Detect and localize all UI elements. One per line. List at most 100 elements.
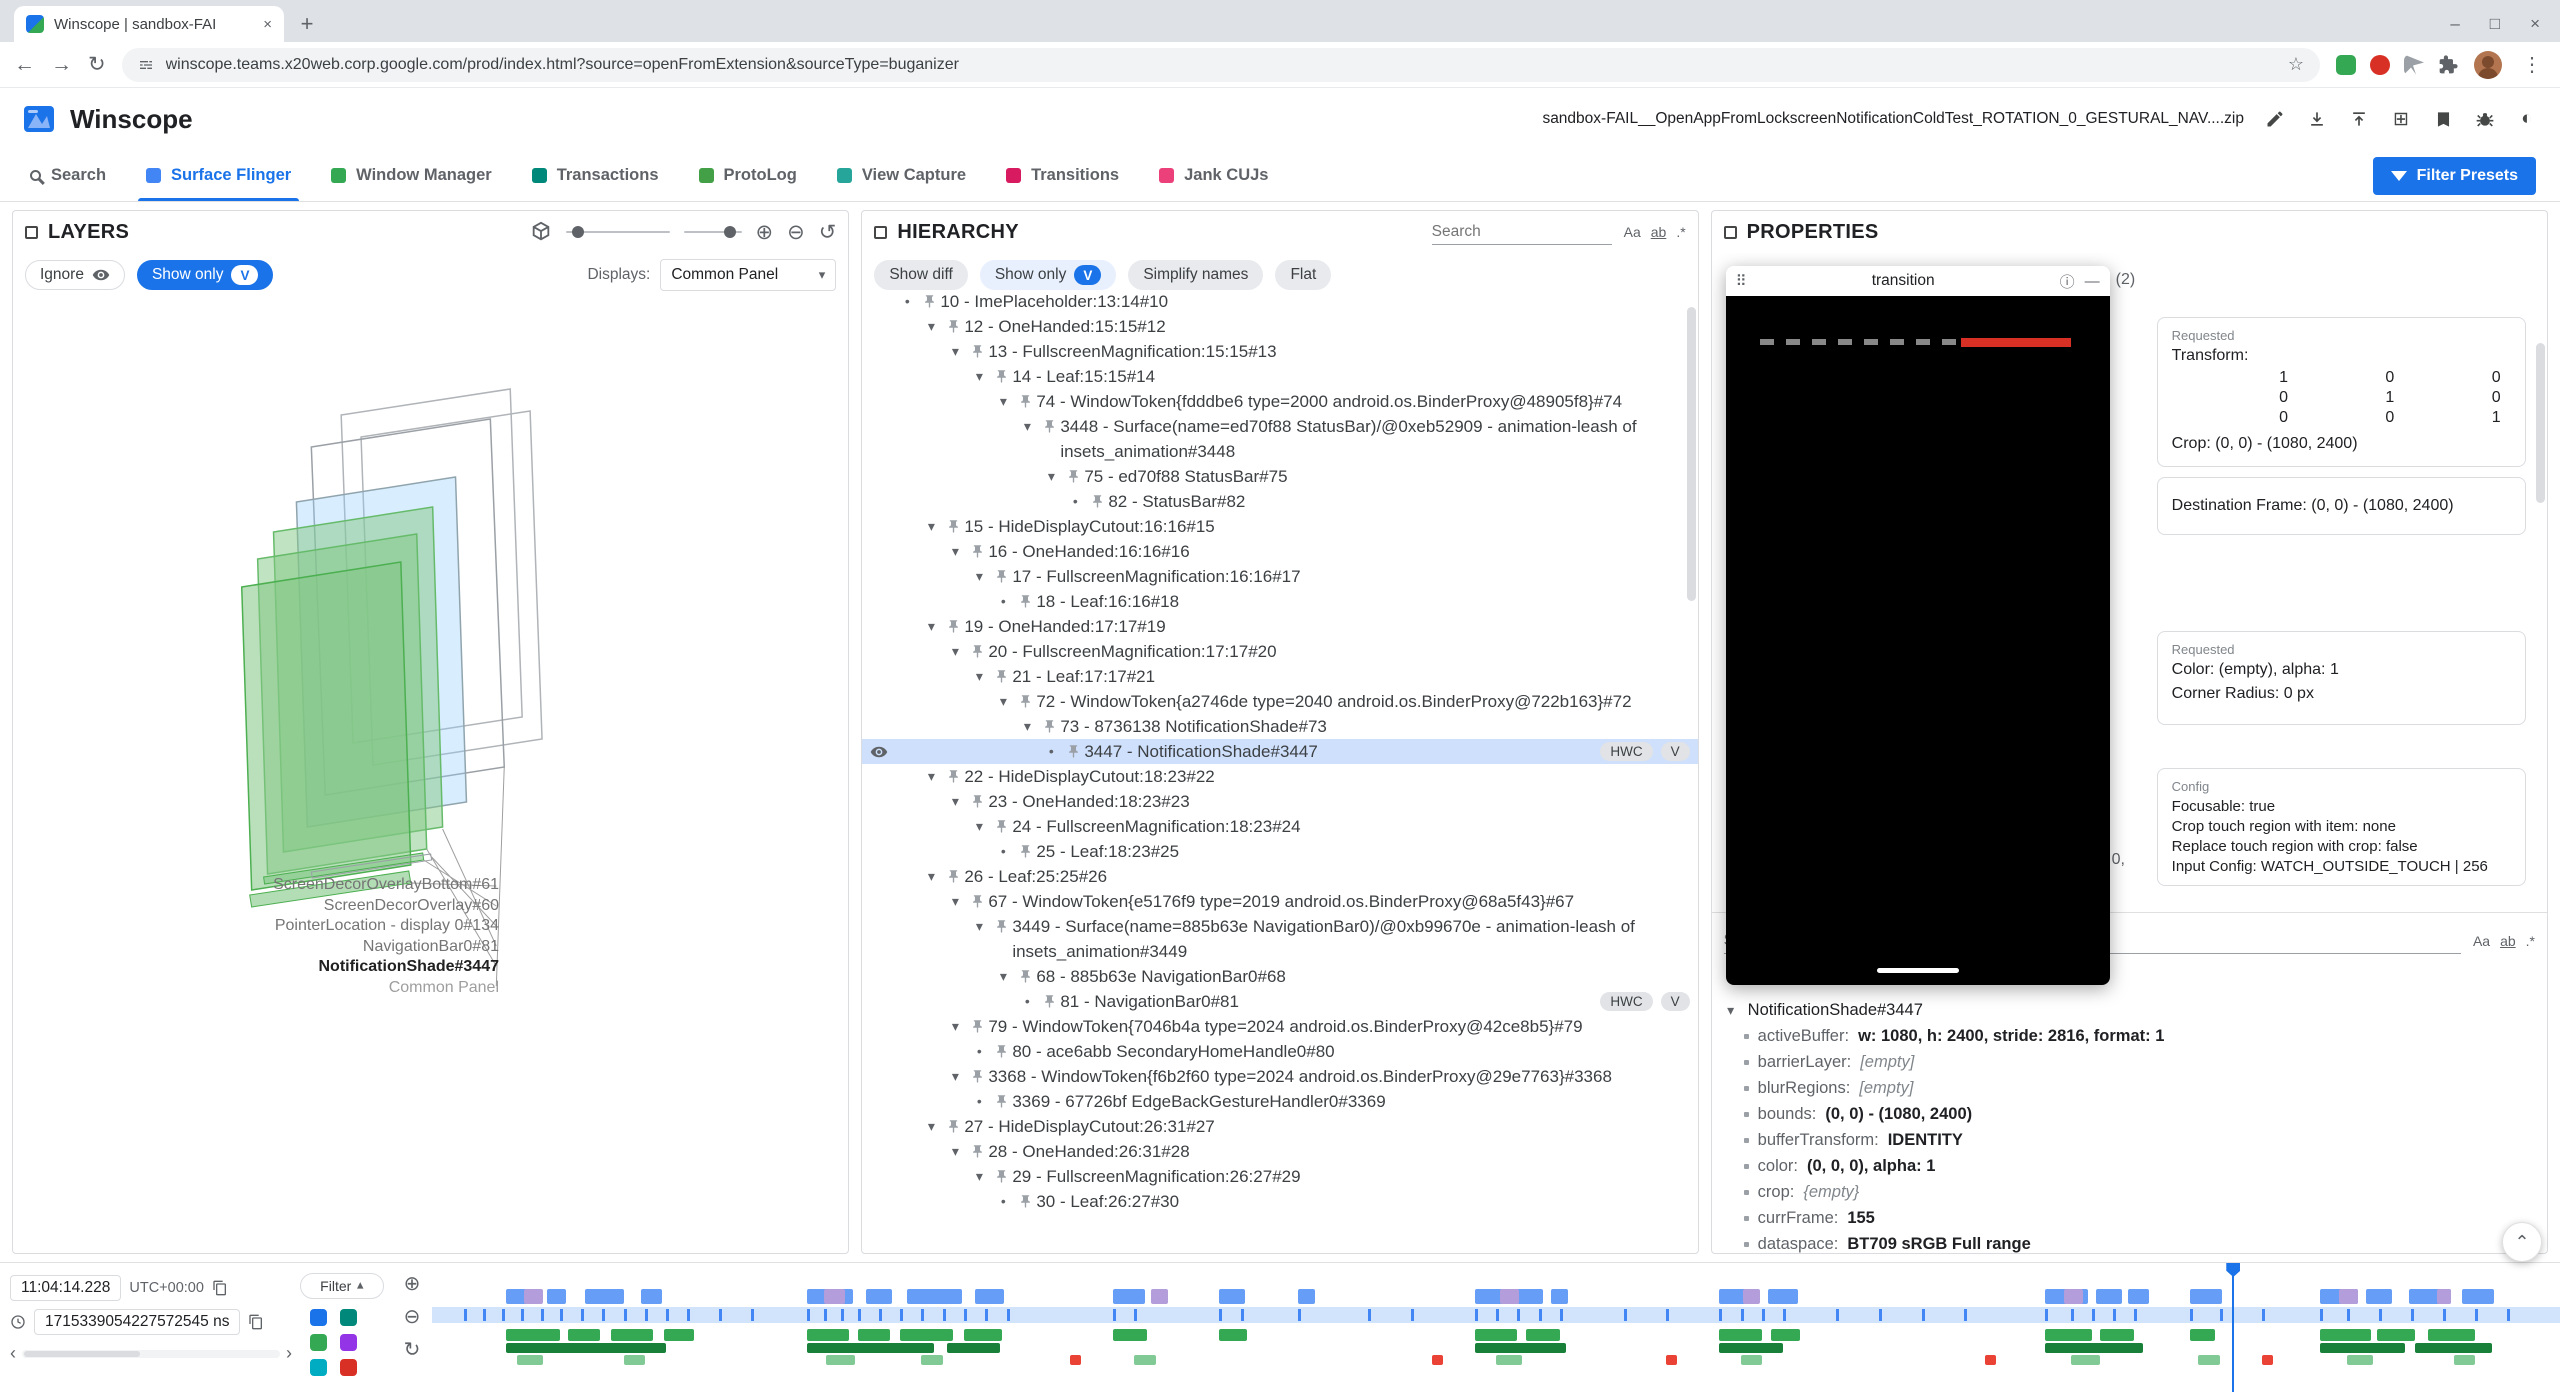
tab-transitions[interactable]: Transitions (986, 150, 1139, 201)
expand-arrow[interactable]: ▾ (968, 664, 990, 689)
pin-icon[interactable] (1014, 689, 1036, 709)
tab-window-manager[interactable]: Window Manager (311, 150, 512, 201)
transition-mini-window[interactable]: ⠿ transition ⓘ — (1726, 266, 2110, 985)
pin-icon[interactable] (990, 1039, 1012, 1059)
forward-icon[interactable]: → (51, 53, 72, 77)
drag-handle-icon[interactable]: ⠿ (1736, 272, 1747, 290)
tab-view-capture[interactable]: View Capture (817, 150, 986, 201)
expand-arrow[interactable]: ▾ (1016, 714, 1038, 739)
tree-row[interactable]: •3369 - 67726bf EdgeBackGestureHandler0#… (862, 1089, 1697, 1114)
pin-icon[interactable] (966, 1064, 988, 1084)
tree-row[interactable]: ▾73 - 8736138 NotificationShade#73 (862, 714, 1697, 739)
property-row[interactable]: barrierLayer:[empty] (1722, 1049, 2543, 1075)
tree-row[interactable]: •18 - Leaf:16:16#18 (862, 589, 1697, 614)
pin-icon[interactable] (1062, 464, 1084, 484)
tree-row[interactable]: •81 - NavigationBar0#81HWCV (862, 989, 1697, 1014)
trace-icon[interactable] (340, 1334, 357, 1351)
expand-arrow[interactable]: ▾ (920, 1114, 942, 1139)
trace-icon[interactable] (310, 1359, 327, 1376)
tree-row[interactable]: •82 - StatusBar#82 (862, 489, 1697, 514)
tree-row[interactable]: ▾28 - OneHanded:26:31#28 (862, 1139, 1697, 1164)
pin-icon[interactable] (1038, 989, 1060, 1009)
tab-jank-cujs[interactable]: Jank CUJs (1139, 150, 1288, 201)
tree-row[interactable]: ▾22 - HideDisplayCutout:18:23#22 (862, 764, 1697, 789)
filter-presets-button[interactable]: Filter Presets (2373, 157, 2536, 195)
timeline-cursor-handle[interactable] (2226, 1263, 2240, 1277)
timeline-cursor[interactable] (2232, 1263, 2234, 1392)
trace-icon[interactable] (310, 1309, 327, 1326)
timeline-filter-button[interactable]: Filter ▾ (300, 1273, 384, 1299)
window-close-icon[interactable]: × (2530, 14, 2540, 34)
pin-icon[interactable] (942, 864, 964, 884)
pin-icon[interactable] (990, 1089, 1012, 1109)
layer-label[interactable]: ScreenDecorOverlayBottom#61 (13, 875, 499, 896)
back-icon[interactable]: ← (14, 53, 35, 77)
documentation-icon[interactable] (2432, 108, 2454, 130)
pin-icon[interactable] (1038, 414, 1060, 434)
collapse-timeline-button[interactable]: ⌃ (2502, 1222, 2542, 1262)
download-icon[interactable] (2306, 108, 2328, 130)
reload-icon[interactable]: ↻ (88, 52, 106, 77)
match-word-icon[interactable]: ab (2500, 933, 2516, 949)
pin-icon[interactable] (990, 814, 1012, 834)
extensions-puzzle-icon[interactable] (2438, 55, 2458, 75)
copy-icon[interactable] (248, 1314, 264, 1330)
pin-icon[interactable] (942, 314, 964, 334)
match-case-icon[interactable]: Aa (2473, 933, 2490, 949)
tree-row[interactable]: ▾21 - Leaf:17:17#21 (862, 664, 1697, 689)
timeline-next-icon[interactable]: › (286, 1343, 292, 1364)
expand-arrow[interactable]: ▾ (920, 764, 942, 789)
tab-close-icon[interactable]: × (263, 16, 272, 33)
match-word-icon[interactable]: ab (1651, 224, 1667, 240)
browser-menu-icon[interactable]: ⋮ (2518, 52, 2546, 77)
tree-row[interactable]: ▾17 - FullscreenMagnification:16:16#17 (862, 564, 1697, 589)
expand-arrow[interactable]: ▾ (1016, 414, 1038, 439)
layer-label[interactable]: NotificationShade#3447 (13, 957, 499, 978)
property-row[interactable]: color:(0, 0, 0), alpha: 1 (1722, 1153, 2543, 1179)
tree-row[interactable]: •25 - Leaf:18:23#25 (862, 839, 1697, 864)
tree-row[interactable]: ▾20 - FullscreenMagnification:17:17#20 (862, 639, 1697, 664)
pin-icon[interactable] (966, 339, 988, 359)
layer-label[interactable]: ScreenDecorOverlay#60 (13, 896, 499, 917)
tree-row[interactable]: ▾24 - FullscreenMagnification:18:23#24 (862, 814, 1697, 839)
new-tab-button[interactable]: + (292, 9, 322, 39)
tree-row[interactable]: •30 - Leaf:26:27#30 (862, 1189, 1697, 1214)
pin-icon[interactable] (966, 789, 988, 809)
property-row[interactable]: crop:{empty} (1722, 1179, 2543, 1205)
tab-transactions[interactable]: Transactions (512, 150, 679, 201)
properties-scrollbar[interactable] (2536, 343, 2545, 503)
pin-icon[interactable] (942, 514, 964, 534)
flat-chip[interactable]: Flat (1275, 260, 1331, 290)
extension-icon-green[interactable] (2336, 55, 2356, 75)
tree-row[interactable]: ▾75 - ed70f88 StatusBar#75 (862, 464, 1697, 489)
pin-icon[interactable] (990, 664, 1012, 684)
tree-row[interactable]: ▾72 - WindowToken{a2746de type=2040 andr… (862, 689, 1697, 714)
pin-icon[interactable] (1038, 714, 1060, 734)
expand-arrow[interactable]: ▾ (944, 1064, 966, 1089)
window-maximize-icon[interactable]: □ (2490, 14, 2500, 34)
browser-tab[interactable]: Winscope | sandbox-FAI × (14, 6, 284, 42)
tree-row[interactable]: ▾23 - OneHanded:18:23#23 (862, 789, 1697, 814)
pin-icon[interactable] (966, 539, 988, 559)
tree-row[interactable]: ▾16 - OneHanded:16:16#16 (862, 539, 1697, 564)
tree-row[interactable]: ▾3368 - WindowToken{f6b2f60 type=2024 an… (862, 1064, 1697, 1089)
tree-row[interactable]: ▾74 - WindowToken{fdddbe6 type=2000 andr… (862, 389, 1697, 414)
property-row[interactable]: currFrame:155 (1722, 1205, 2543, 1231)
regex-icon[interactable]: .* (2526, 933, 2535, 949)
property-list[interactable]: ▾ NotificationShade#3447 activeBuffer:w:… (1722, 997, 2543, 1253)
expand-arrow[interactable]: ▾ (968, 364, 990, 389)
upload-icon[interactable] (2348, 108, 2370, 130)
pin-icon[interactable] (1014, 1189, 1036, 1209)
timeline-zoom-out-icon[interactable]: ⊖ (404, 1304, 421, 1329)
profile-avatar[interactable] (2474, 51, 2502, 79)
pin-icon[interactable] (1014, 839, 1036, 859)
panel-handle-icon[interactable] (1724, 226, 1737, 239)
copy-icon[interactable] (212, 1280, 228, 1296)
match-case-icon[interactable]: Aa (1624, 224, 1641, 240)
pin-icon[interactable] (942, 764, 964, 784)
hierarchy-tree[interactable]: •10 - ImePlaceholder:13:14#10▾12 - OneHa… (862, 289, 1697, 1253)
tree-row[interactable]: •10 - ImePlaceholder:13:14#10 (862, 289, 1697, 314)
expand-arrow[interactable]: ▾ (968, 564, 990, 589)
tab-surface-flinger[interactable]: Surface Flinger (126, 150, 311, 201)
trace-icon[interactable] (310, 1334, 327, 1351)
